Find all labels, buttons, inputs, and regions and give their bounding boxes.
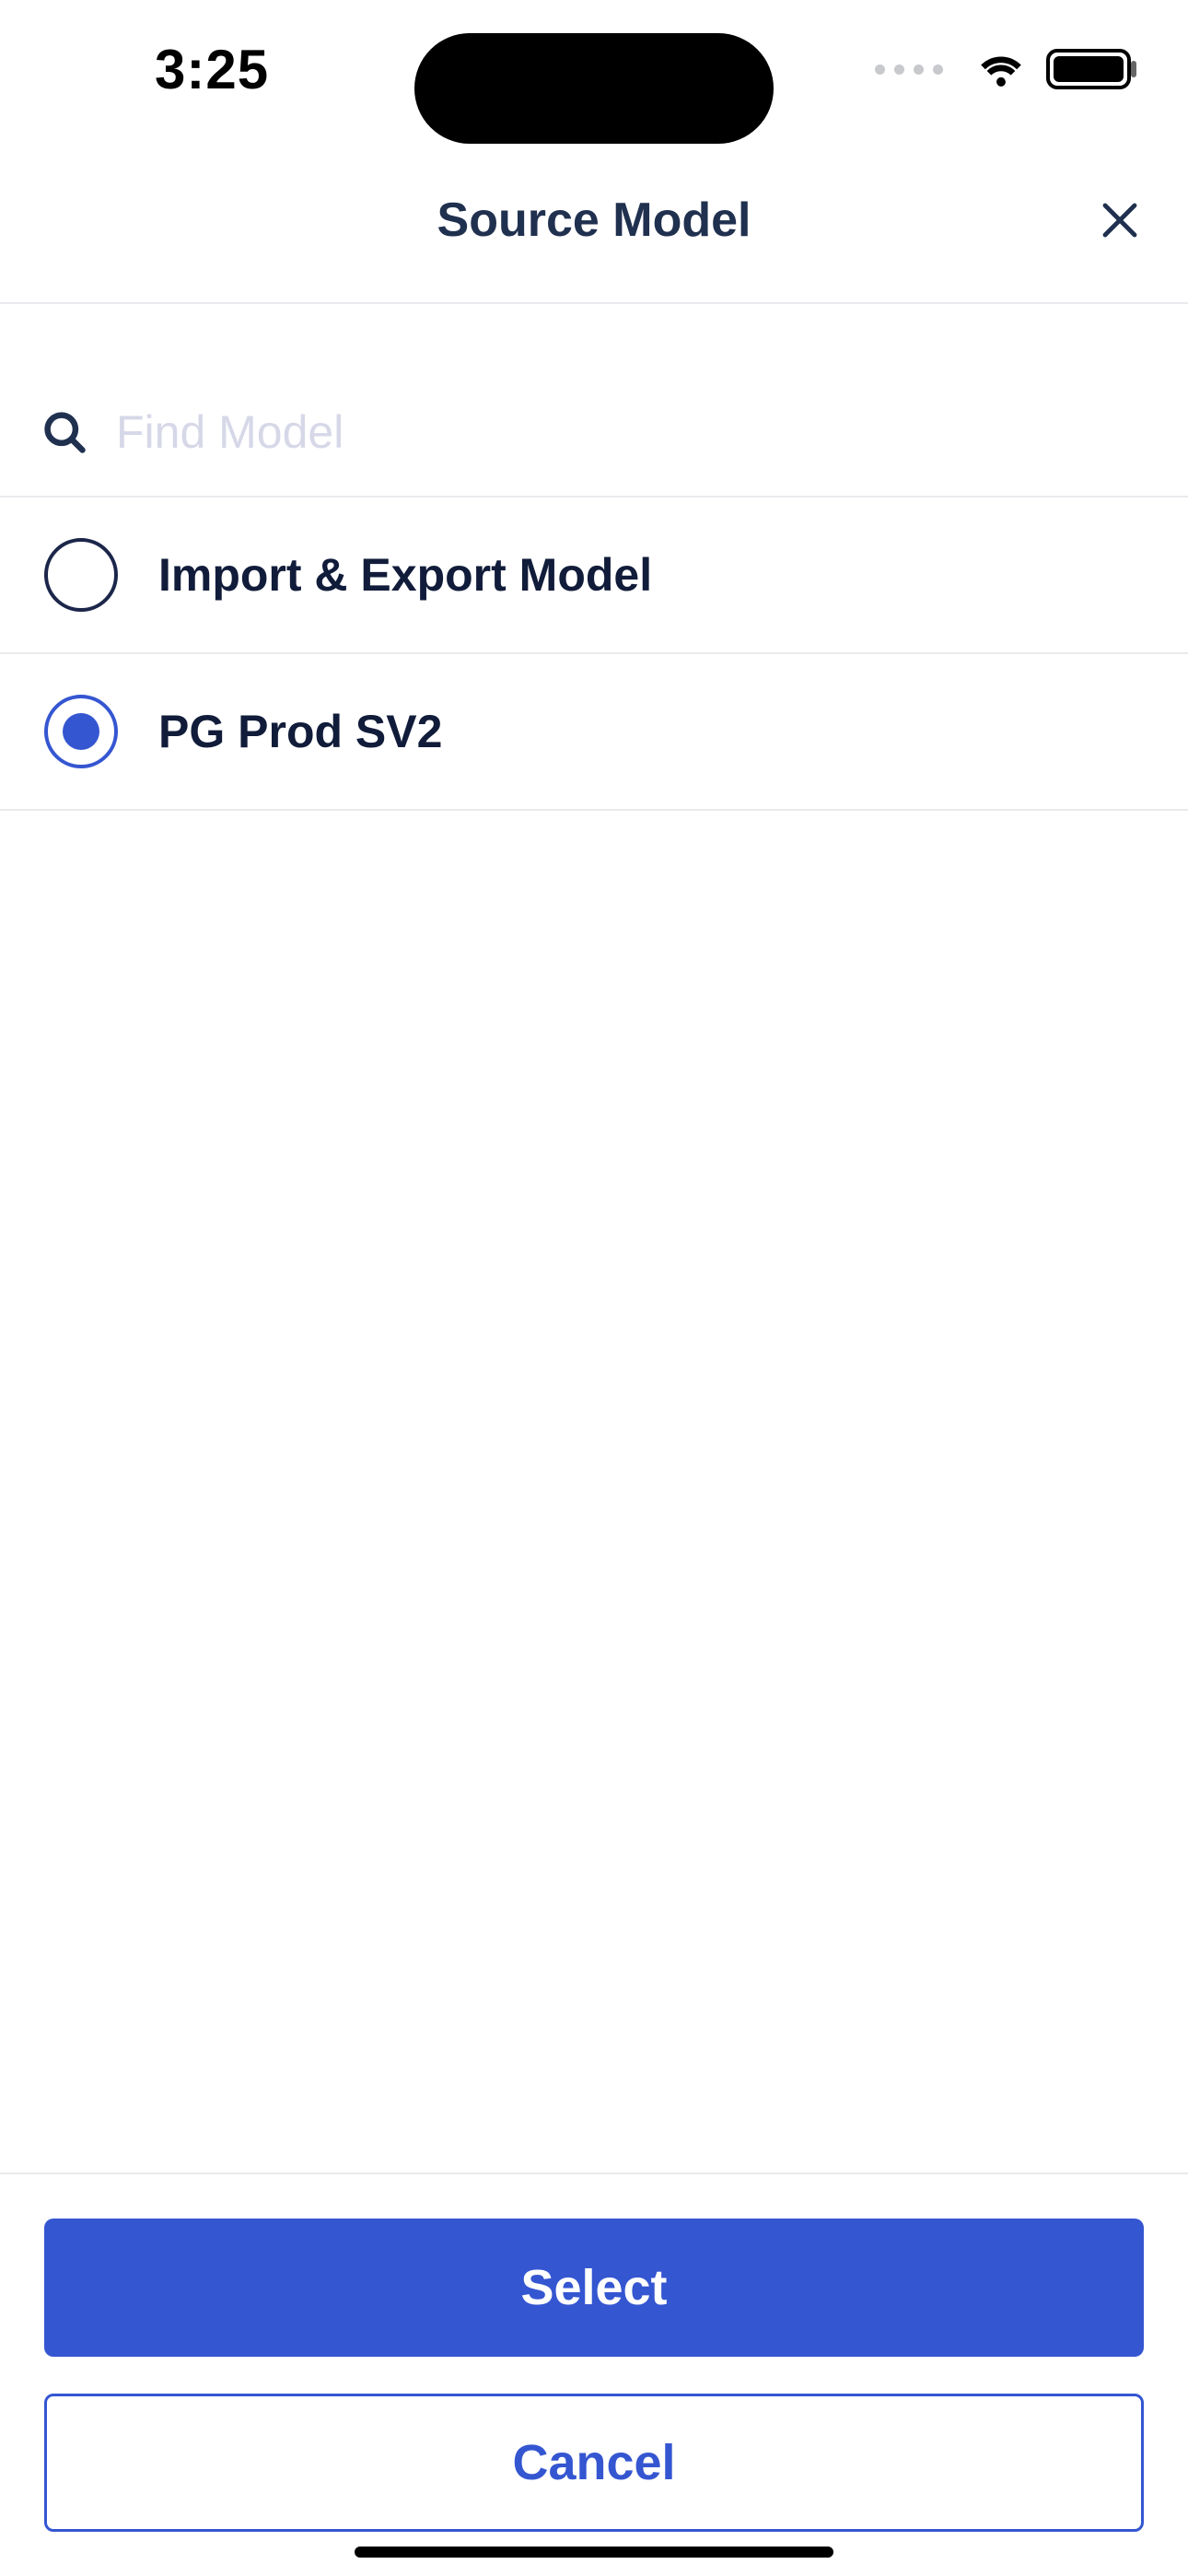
search-input[interactable]	[116, 405, 1147, 459]
page-title: Source Model	[437, 193, 751, 248]
radio-checked-icon	[44, 695, 118, 768]
model-list: Import & Export Model PG Prod SV2	[0, 498, 1188, 2172]
list-item-label: PG Prod SV2	[158, 705, 442, 758]
cancel-button[interactable]: Cancel	[44, 2394, 1144, 2532]
search-icon	[41, 408, 88, 456]
close-button[interactable]	[1094, 194, 1146, 246]
select-button[interactable]: Select	[44, 2219, 1144, 2357]
wifi-icon	[976, 51, 1026, 88]
nav-bar: Source Model	[0, 138, 1188, 304]
status-clock: 3:25	[155, 38, 269, 101]
status-indicators	[875, 49, 1131, 89]
footer-actions: Select Cancel	[0, 2172, 1188, 2576]
search-field[interactable]	[41, 405, 1147, 459]
signal-dots-icon	[875, 64, 943, 75]
device-notch	[414, 33, 774, 144]
status-bar: 3:25	[0, 0, 1188, 138]
home-indicator	[355, 2547, 833, 2558]
close-icon	[1098, 198, 1142, 242]
battery-icon	[1046, 49, 1131, 89]
list-item-label: Import & Export Model	[158, 548, 652, 602]
list-item[interactable]: Import & Export Model	[0, 498, 1188, 654]
radio-unchecked-icon	[44, 538, 118, 612]
list-item[interactable]: PG Prod SV2	[0, 654, 1188, 811]
